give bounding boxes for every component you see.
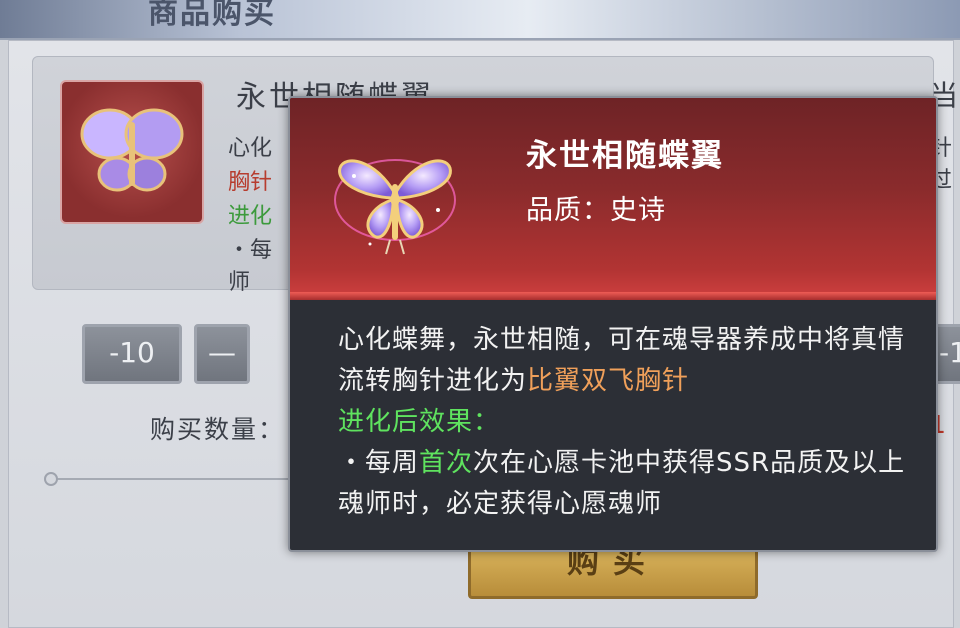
item-desc-line: 师 [228,270,251,295]
effect-title: 进化后效果： [338,407,501,437]
minus-ten-button[interactable]: -10 [82,324,182,384]
effect-highlight: 首次 [419,448,474,478]
item-icon-slot[interactable] [60,80,204,224]
quantity-slider-handle[interactable] [44,472,58,486]
upgrade-target-name: 比翼双飞胸针 [527,366,690,396]
butterfly-wings-icon [334,159,456,255]
minus-one-button[interactable]: — [194,324,250,384]
butterfly-wings-icon [80,108,184,192]
tooltip-item-name: 永世相随蝶翼 [526,138,724,174]
top-banner: 商品购买 [0,0,960,40]
item-desc-line: ・每 [228,238,273,263]
panel-title: 商品购买 [148,0,276,31]
tooltip-quality: 品质：史诗 [526,195,666,226]
item-desc-line: 心化 [228,136,273,161]
tooltip-description: 心化蝶舞，永世相随，可在魂导器养成中将真情流转胸针进化为比翼双飞胸针 进化后效果… [338,320,908,525]
item-tooltip: 永世相随蝶翼 品质：史诗 心化蝶舞，永世相随，可在魂导器养成中将真情流转胸针进化… [288,96,938,552]
purchase-quantity-label: 购买数量： [150,415,286,444]
item-desc-line: 进化 [228,204,273,229]
effect-prefix: ・每周 [338,448,420,478]
tooltip-header-divider [290,292,936,300]
item-desc-line: 胸针 [228,170,273,195]
